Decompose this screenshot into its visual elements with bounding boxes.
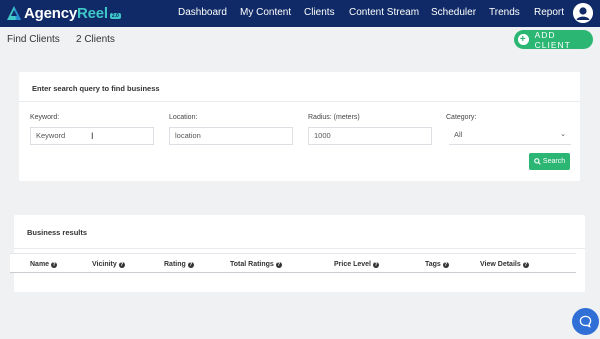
chevron-down-icon: ⌄ (560, 131, 566, 138)
text-cursor-icon: I (91, 131, 94, 141)
nav-content-stream[interactable]: Content Stream (349, 7, 419, 18)
results-table-header: Name? Vicinity? Rating? Total Ratings? P… (10, 253, 576, 273)
chat-bubble-icon (579, 315, 592, 328)
results-divider (14, 248, 585, 249)
column-header-vicinity[interactable]: Vicinity? (92, 261, 125, 268)
search-button-label: Search (542, 158, 566, 165)
plus-icon: + (518, 34, 529, 45)
nav-trends[interactable]: Trends (489, 7, 520, 18)
radius-input-value: 1000 (314, 131, 331, 140)
brand-version-badge: 2.0 (109, 13, 121, 19)
question-circle-icon: ? (51, 261, 58, 268)
column-header-tags-label: Tags (425, 261, 441, 268)
client-count: 2 Clients (76, 34, 115, 45)
question-circle-icon: ? (118, 261, 125, 268)
nav-scheduler[interactable]: Scheduler (431, 7, 476, 18)
search-card-title: Enter search query to find business (32, 84, 160, 93)
column-header-rating-label: Rating (164, 261, 186, 268)
column-header-vicinity-label: Vicinity (92, 261, 117, 268)
nav-clients[interactable]: Clients (304, 7, 335, 18)
search-button[interactable]: Search (529, 153, 570, 170)
radius-label: Radius: (meters) (308, 114, 360, 121)
chat-widget-button[interactable] (572, 308, 599, 335)
category-selected-value: All (454, 130, 463, 139)
add-client-label: ADD CLIENT (534, 29, 571, 50)
brand-name-main: Agency (24, 4, 77, 22)
add-client-button[interactable]: + ADD CLIENT (514, 29, 593, 50)
keyword-input-value: Keyword (36, 131, 66, 140)
column-header-view-details[interactable]: View Details? (480, 261, 529, 268)
brand-name: AgencyReel (24, 5, 108, 22)
column-header-rating[interactable]: Rating? (164, 261, 194, 268)
column-header-name[interactable]: Name? (30, 261, 58, 268)
page-title: Find Clients (7, 34, 60, 45)
brand-name-accent: Reel (77, 4, 108, 22)
column-header-name-label: Name (30, 261, 50, 268)
column-header-price-level[interactable]: Price Level? (334, 261, 379, 268)
nav-report[interactable]: Report (534, 7, 564, 18)
search-card: Enter search query to find business Keyw… (19, 72, 580, 181)
brand-logo[interactable]: AgencyReel 2.0 (5, 2, 121, 24)
results-title: Business results (27, 228, 88, 237)
category-label: Category: (446, 114, 477, 121)
column-header-total-ratings[interactable]: Total Ratings? (230, 261, 282, 268)
question-circle-icon: ? (442, 261, 449, 268)
user-silhouette-icon (573, 3, 593, 23)
keyword-input[interactable]: Keyword I (30, 127, 154, 145)
search-card-header: Enter search query to find business (19, 72, 580, 102)
question-circle-icon: ? (187, 261, 194, 268)
keyword-label: Keyword: (30, 114, 60, 121)
location-input-value: location (175, 131, 201, 140)
top-navbar: AgencyReel 2.0 Dashboard My Content Clie… (0, 0, 600, 27)
column-header-price-level-label: Price Level (334, 261, 371, 268)
question-circle-icon: ? (275, 261, 282, 268)
question-circle-icon: ? (522, 261, 529, 268)
location-input[interactable]: location (169, 127, 293, 145)
column-header-view-details-label: View Details (480, 261, 521, 268)
agencyreel-logo-icon (7, 6, 21, 20)
search-icon (534, 158, 541, 165)
column-header-tags[interactable]: Tags? (425, 261, 449, 268)
category-select[interactable]: All ⌄ (449, 127, 571, 145)
question-circle-icon: ? (372, 261, 379, 268)
location-label: Location: (169, 114, 198, 121)
nav-dashboard[interactable]: Dashboard (178, 7, 227, 18)
nav-my-content[interactable]: My Content (240, 7, 291, 18)
column-header-total-ratings-label: Total Ratings (230, 261, 274, 268)
user-avatar-icon[interactable] (573, 3, 593, 23)
radius-input[interactable]: 1000 (308, 127, 432, 145)
